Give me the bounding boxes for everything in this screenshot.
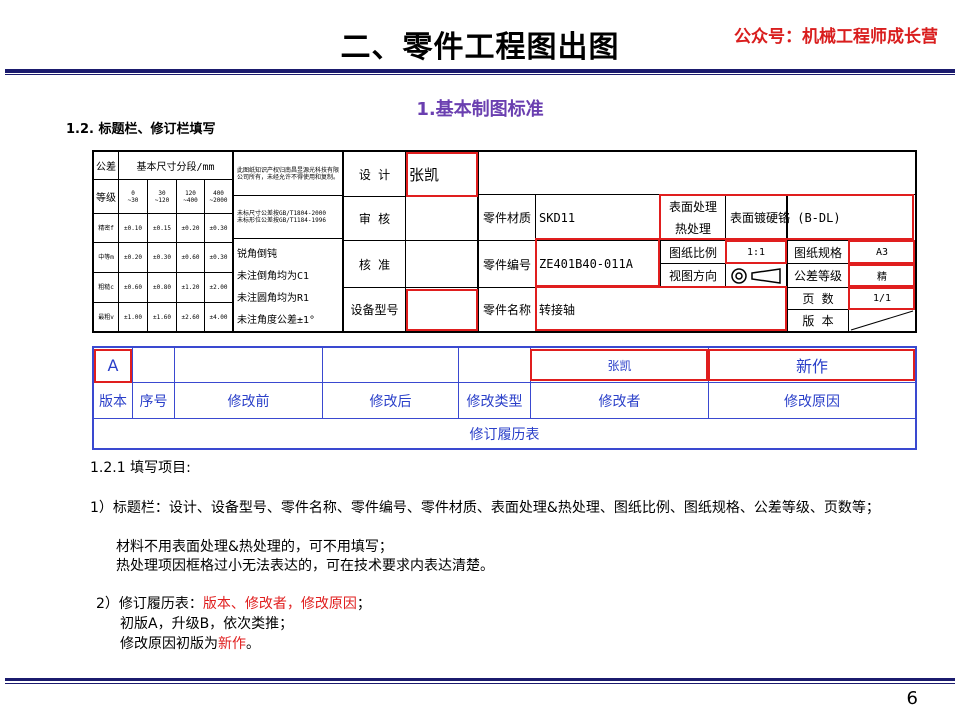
tol-header-label: 公差 [96,162,116,173]
tol-cell: ±0.30 [209,254,228,261]
scale-highlight [725,240,787,264]
part-name-highlight [535,286,787,331]
equipment-highlight [406,289,478,331]
view-label: 视图方向 [668,269,717,283]
tol-cell: ±0.60 [181,254,200,261]
sheet-size-label: 图纸规格 [793,245,842,260]
tol-cell: ±0.10 [123,224,143,232]
body-item-2b-prefix: 修改原因初版为 [120,636,218,652]
col-header-before: 修改前 [227,393,270,410]
reviser-highlight [530,349,708,381]
col-header-type: 修改类型 [466,393,523,410]
part-no-label: 零件编号 [482,257,531,272]
tol-cell: ±1.60 [152,313,172,321]
body-item-2b-suffix: 。 [246,636,260,652]
tol-cell: ±2.00 [209,284,228,291]
body-item-1: 1）标题栏：设计、设备型号、零件名称、零件编号、零件材质、表面处理&热处理、图纸… [90,500,880,516]
footer-rule [5,678,955,681]
pages-highlight [848,287,915,310]
tol-range-header: 基本尺寸分段/mm [136,162,215,173]
body-item-1b: 热处理项因框格过小无法表达的，可在技术要求内表达清楚。 [116,558,494,574]
body-item-2b: 修改原因初版为新作。 [120,634,260,654]
tol-cell: ±0.80 [152,284,172,291]
tol-cell: ±0.30 [209,224,228,232]
std-note: 未标尺寸公差按GB/T1804-2000 未标形位公差按GB/T1184-199… [237,210,326,224]
tol-cell: ±2.60 [181,313,200,321]
review-label: 审 核 [358,212,391,226]
note-line: 未注圆角均为R1 [237,292,310,304]
body-heading: 1.2.1 填写项目: [90,460,191,476]
range-3: 120 ~400 [183,189,198,204]
tol-cell: ±0.60 [123,284,143,291]
col-header-after: 修改后 [369,393,412,410]
tol-cell: ±0.20 [123,254,143,261]
tol-cell: ±1.00 [123,313,143,321]
title-block: 公差 基本尺寸分段/mm 等级 0 ~30 30 ~120 120 ~400 4… [92,150,917,333]
design-label: 设 计 [358,167,391,182]
brand-label: 公众号：机械工程师成长营 [734,27,938,47]
tol-cell: ±0.15 [152,224,172,232]
body-item-2-highlight: 版本、修改者，修改原因 [202,596,357,612]
note-line: 锐角倒钝 [237,248,277,260]
tol-cell: ±1.20 [181,284,200,291]
material-value[interactable]: SKD11 [536,195,659,240]
col-header-seq: 序号 [139,393,168,410]
ip-notice: 此图纸知识产权归南昌昱源光科技有限公司所有，未经允许不得使用和复制。 [237,167,340,181]
part-name-label: 零件名称 [482,303,531,317]
body-item-1a: 材料不用表面处理&热处理的，可不用填写； [116,539,393,555]
footer-rule-thin [5,683,955,684]
body-item-2-suffix: ； [356,596,371,612]
version-label: 版 本 [802,314,834,328]
body-item-2: 2）修订履历表：版本、修改者，修改原因； [96,594,371,614]
tol-cell: ±0.30 [152,254,172,261]
page-number: 6 [906,688,918,709]
body-item-2a: 初版A，升级B，依次类推； [120,616,294,632]
section-title: 1.2. 标题栏、修订栏填写 [66,122,216,137]
material-label: 零件材质 [482,211,531,225]
surface-highlight [659,194,914,240]
col-header-reason: 修改原因 [784,393,840,410]
range-1: 0 ~30 [127,189,139,204]
tol-cell: ±4.00 [209,313,228,321]
note-line: 未注角度公差±1° [237,314,316,326]
tol-cell: ±0.20 [181,224,200,232]
tol-grade-label: 公差等级 [793,269,842,283]
version-diagonal [850,310,914,331]
header-rule-thin [5,74,955,75]
tol-grade-highlight [848,264,915,287]
design-highlight [406,152,478,197]
projection-icon [731,267,781,284]
grade-label: 等级 [96,193,116,204]
scale-label: 图纸比例 [668,245,717,260]
tol-row-label: 精密f [98,224,114,232]
sheet-size-highlight [848,240,915,264]
col-header-version: 版本 [99,393,127,410]
body-item-2b-highlight: 新作 [218,636,246,652]
range-4: 400 ~2000 [209,189,228,204]
note-line: 未注倒角均为C1 [237,270,310,282]
part-no-highlight [535,238,660,287]
version-highlight [94,349,132,383]
tol-row-label: 粗糙c [98,284,114,291]
approve-label: 核 准 [358,257,391,272]
revision-table: A 张凯 新作 版本 序号 修改前 修改后 修改类型 修改者 修改原因 修订履历… [92,346,917,450]
col-header-reviser: 修改者 [598,393,641,410]
projection-symbol [726,264,786,287]
tol-row-label: 最粗v [98,313,114,321]
body-item-2-prefix: 2）修订履历表： [96,596,203,612]
range-2: 30 ~120 [154,189,170,204]
pages-label: 页 数 [802,292,834,306]
equipment-label: 设备型号 [350,303,399,317]
reason-highlight [708,349,915,381]
tol-row-label: 中等m [98,254,114,261]
header-rule [5,69,955,73]
revision-table-title: 修订履历表 [469,426,540,443]
